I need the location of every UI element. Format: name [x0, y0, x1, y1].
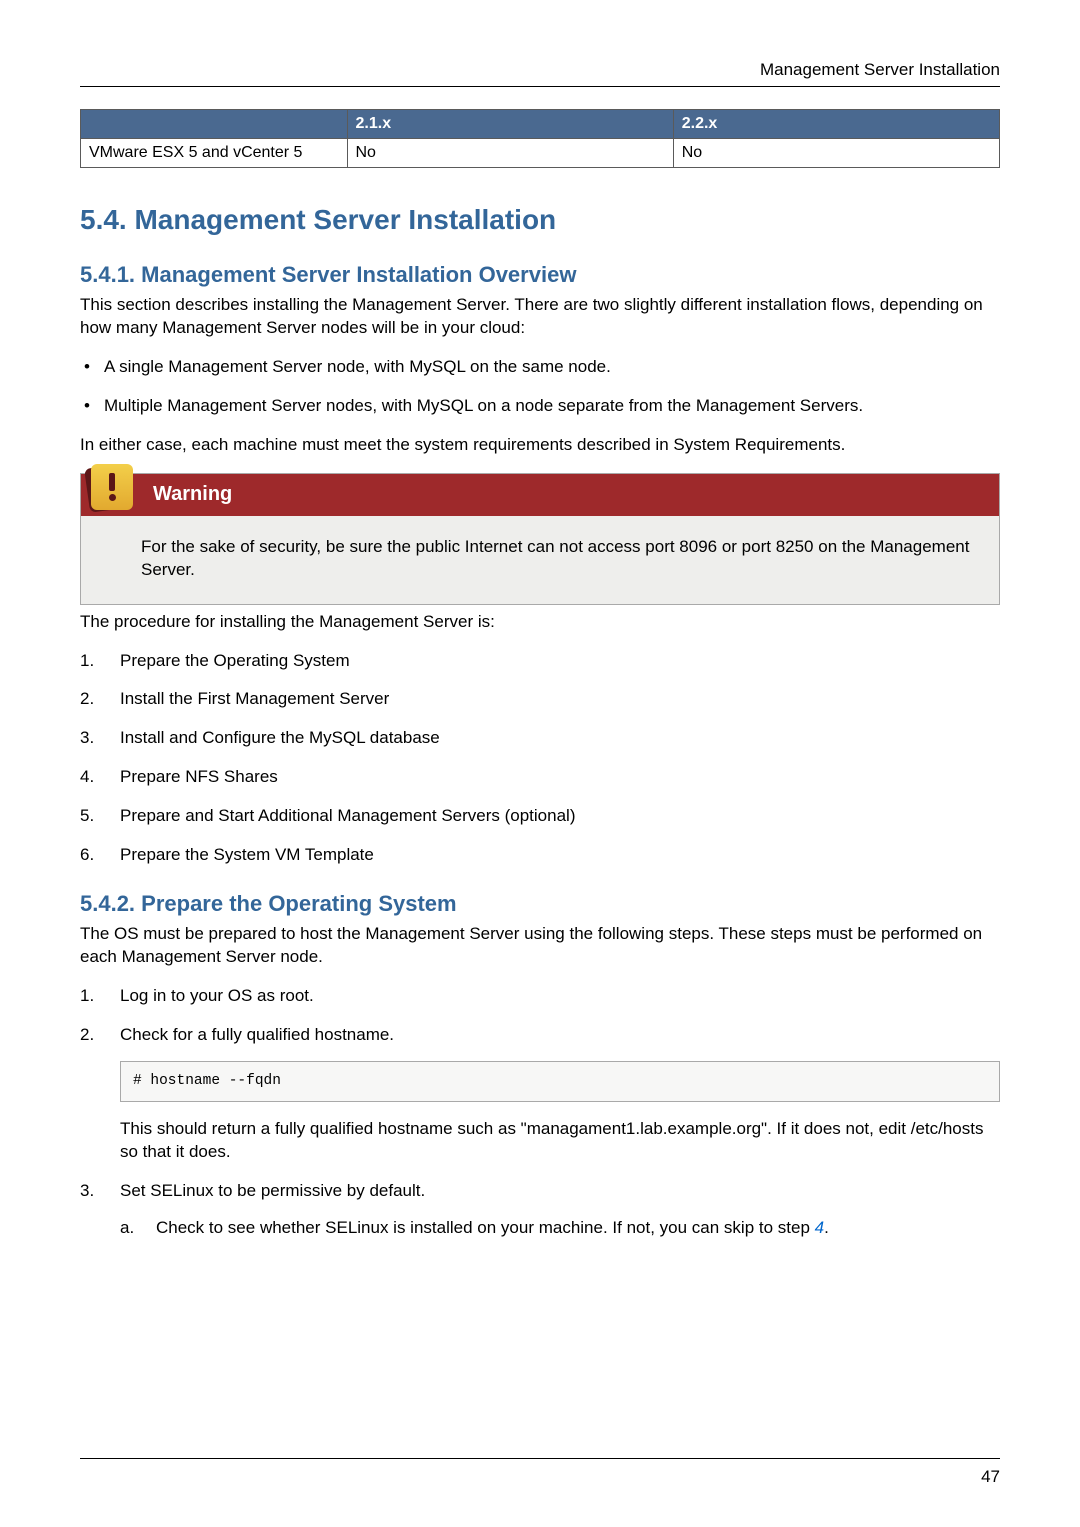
- section-heading-5-4-2: 5.4.2. Prepare the Operating System: [80, 891, 1000, 917]
- list-item: Prepare NFS Shares: [80, 766, 1000, 789]
- warning-title: Warning: [153, 483, 232, 506]
- step3-text: Set SELinux to be permissive by default.: [120, 1181, 425, 1200]
- compat-row-21x: No: [347, 139, 673, 168]
- list-item: A single Management Server node, with My…: [80, 356, 1000, 379]
- procedure-steps: Prepare the Operating System Install the…: [80, 650, 1000, 868]
- procedure-intro: The procedure for installing the Managem…: [80, 611, 1000, 634]
- page-footer: 47: [80, 1458, 1000, 1487]
- list-item: Check to see whether SELinux is installe…: [120, 1217, 1000, 1240]
- list-item: Check for a fully qualified hostname. # …: [80, 1024, 1000, 1164]
- list-item: Set SELinux to be permissive by default.…: [80, 1180, 1000, 1240]
- list-item: Prepare the System VM Template: [80, 844, 1000, 867]
- list-item: Install and Configure the MySQL database: [80, 727, 1000, 750]
- code-block: # hostname --fqdn: [120, 1061, 1000, 1103]
- prepare-os-intro: The OS must be prepared to host the Mana…: [80, 923, 1000, 969]
- section-heading-5-4-1: 5.4.1. Management Server Installation Ov…: [80, 262, 1000, 288]
- list-item: Log in to your OS as root.: [80, 985, 1000, 1008]
- prepare-os-steps: Log in to your OS as root. Check for a f…: [80, 985, 1000, 1240]
- warning-admonition: Warning For the sake of security, be sur…: [80, 473, 1000, 605]
- table-row: VMware ESX 5 and vCenter 5 No No: [81, 139, 1000, 168]
- overview-bullets: A single Management Server node, with My…: [80, 356, 1000, 418]
- compat-head-blank: [81, 110, 348, 139]
- compat-head-22x: 2.2.x: [673, 110, 999, 139]
- list-item: Install the First Management Server: [80, 688, 1000, 711]
- compat-table: 2.1.x 2.2.x VMware ESX 5 and vCenter 5 N…: [80, 109, 1000, 168]
- step3a-suffix: .: [824, 1218, 829, 1237]
- compat-head-21x: 2.1.x: [347, 110, 673, 139]
- compat-row-label: VMware ESX 5 and vCenter 5: [81, 139, 348, 168]
- section-heading-5-4: 5.4. Management Server Installation: [80, 204, 1000, 236]
- list-item: Prepare the Operating System: [80, 650, 1000, 673]
- running-head: Management Server Installation: [80, 60, 1000, 87]
- list-item: Multiple Management Server nodes, with M…: [80, 395, 1000, 418]
- step3a-prefix: Check to see whether SELinux is installe…: [156, 1218, 815, 1237]
- step2-text: Check for a fully qualified hostname.: [120, 1025, 394, 1044]
- either-case-paragraph: In either case, each machine must meet t…: [80, 434, 1000, 457]
- step3-substeps: Check to see whether SELinux is installe…: [120, 1217, 1000, 1240]
- warning-body: For the sake of security, be sure the pu…: [81, 516, 999, 604]
- warning-icon: [83, 464, 145, 516]
- list-item: Prepare and Start Additional Management …: [80, 805, 1000, 828]
- step-4-link[interactable]: 4: [815, 1218, 824, 1237]
- compat-row-22x: No: [673, 139, 999, 168]
- warning-header: Warning: [81, 474, 999, 516]
- step2-after: This should return a fully qualified hos…: [120, 1119, 984, 1161]
- overview-intro: This section describes installing the Ma…: [80, 294, 1000, 340]
- page-number: 47: [981, 1467, 1000, 1486]
